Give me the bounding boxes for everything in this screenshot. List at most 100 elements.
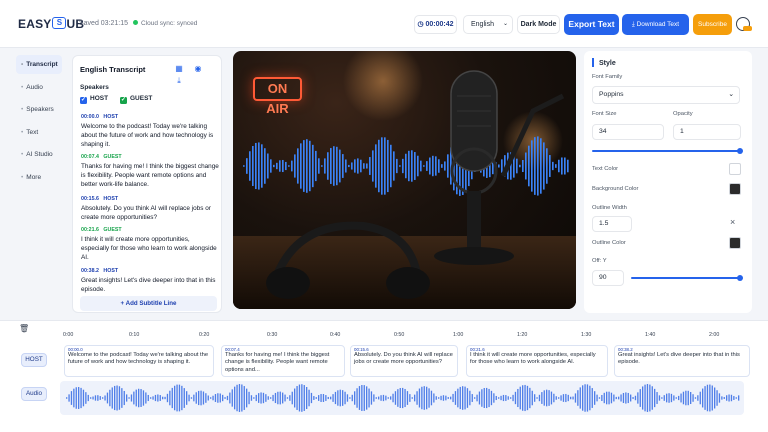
video-preview[interactable]: ON AIR [233, 51, 576, 309]
font-size-input[interactable]: 34 [592, 124, 664, 140]
waveform-bar [637, 392, 639, 404]
nav-text[interactable]: Text [16, 123, 62, 142]
pro-badge [743, 26, 752, 31]
waveform-bar [728, 394, 730, 402]
waveform-bar [486, 387, 488, 409]
language-select[interactable]: English ⌄ [463, 15, 513, 34]
waveform-bar [330, 396, 332, 400]
waveform-bar [411, 397, 413, 399]
subscribe-button[interactable]: Subscribe [693, 14, 732, 35]
waveform-bar [130, 394, 133, 402]
wave-bar [285, 161, 287, 171]
font-family-value: Poppins [599, 91, 624, 98]
size-slider-handle[interactable] [737, 148, 743, 154]
transcript-segment[interactable]: 00:38.2 HOST Great insights! Let's dive … [81, 268, 219, 294]
waveform-bar [375, 397, 377, 399]
timeline-tick: 0:20 [199, 332, 210, 338]
wave-bar [432, 155, 434, 177]
wave-bar [390, 144, 392, 188]
waveform-bar [123, 390, 125, 406]
waveform-bar [675, 397, 677, 399]
bokeh-light [343, 51, 423, 121]
waveform-bar [687, 390, 689, 406]
download-text-button[interactable]: ⤓ Download Text [622, 14, 689, 35]
audio-track[interactable] [60, 381, 744, 415]
subtitle-clip[interactable]: 00:21.6 I think it will create more oppor… [466, 345, 608, 377]
wave-bar [249, 151, 251, 181]
subtitle-clip[interactable]: 00:07.4 Thanks for having me! I think the… [221, 345, 345, 377]
wave-bar [363, 163, 365, 169]
outline-color-swatch[interactable] [729, 237, 741, 249]
nav-more[interactable]: More [16, 168, 62, 187]
subtitle-clip[interactable]: 00:15.6 Absolutely. Do you think AI will … [350, 345, 458, 377]
waveform-bar [462, 386, 464, 410]
style-title: Style [592, 58, 616, 67]
waveform-bar [606, 391, 608, 405]
waveform-bar [526, 385, 529, 411]
nav-audio[interactable]: Audio [16, 78, 62, 97]
waveform-bar [102, 397, 104, 399]
waveform-bar [298, 384, 301, 412]
waveform-bar [94, 395, 97, 401]
waveform-bar [414, 394, 416, 402]
waveform-bar [570, 396, 572, 400]
waveform-bar [87, 394, 89, 402]
trash-icon[interactable]: 🗑 [19, 324, 29, 333]
host-track-label[interactable]: HOST [21, 353, 47, 367]
wave-bar [303, 140, 305, 192]
opacity-input[interactable]: 1 [673, 124, 741, 140]
text-color-label: Text Color [592, 166, 619, 172]
subtitle-clip[interactable]: 00:38.2 Great insights! Let's dive deeper… [614, 345, 750, 377]
nav-speakers[interactable]: Speakers [16, 100, 62, 119]
wave-bar [372, 150, 374, 182]
wave-bar [330, 148, 332, 184]
app-logo[interactable]: EASY S UB [18, 17, 84, 31]
offset-slider-track[interactable] [631, 277, 740, 279]
add-subtitle-line-button[interactable]: + Add Subtitle Line [80, 296, 217, 311]
segment-speaker: HOST [103, 268, 119, 274]
text-color-swatch[interactable] [729, 163, 741, 175]
palette-icon[interactable]: ◉ [192, 63, 204, 75]
wave-bar [339, 149, 341, 183]
close-icon[interactable]: × [730, 217, 735, 227]
waveform-bar [90, 397, 92, 399]
waveform-bar [183, 388, 185, 408]
transcript-segment[interactable]: 00:07.4 GUEST Thanks for having me! I th… [81, 154, 219, 190]
waveform-bar [195, 392, 197, 404]
wave-bar [267, 153, 269, 179]
segment-time: 00:15.6 [81, 196, 99, 202]
nav-ai-studio[interactable]: AI Studio [16, 145, 62, 164]
size-slider-track[interactable] [592, 150, 740, 152]
waveform-bar [440, 395, 442, 401]
waveform-bar [85, 392, 87, 404]
background-color-swatch[interactable] [729, 183, 741, 195]
transcript-segment[interactable]: 00:00.0 HOST Welcome to the podcast! Tod… [81, 114, 219, 150]
waveform-bar [207, 395, 209, 401]
wave-bar [384, 137, 386, 195]
font-family-select[interactable]: Poppins ⌄ [592, 86, 740, 104]
waveform-bar [654, 388, 656, 408]
offset-slider-handle[interactable] [737, 275, 743, 281]
outline-width-input[interactable]: 1.5 [592, 216, 632, 232]
chevron-down-icon: ⌄ [728, 91, 734, 98]
timeline-panel: 🗑 0:00 0:10 0:20 0:30 0:40 0:50 1:00 1:2… [0, 320, 768, 432]
dark-mode-toggle[interactable]: Dark Mode [517, 15, 560, 34]
user-avatar-icon[interactable] [736, 17, 752, 31]
audio-track-label[interactable]: Audio [21, 387, 47, 401]
waveform-bar [202, 391, 205, 405]
timeline-tick: 0:30 [267, 332, 278, 338]
waveform-bar [380, 395, 382, 401]
grid-icon[interactable]: ▦ [173, 63, 185, 75]
waveform-bar [711, 385, 713, 411]
nav-transcript[interactable]: Transcript [16, 55, 62, 74]
timer-display: ◷ 00:00:42 [414, 15, 457, 34]
subtitle-clip[interactable]: 00:00.0 Welcome to the podcast! Today we'… [64, 345, 214, 377]
download-icon[interactable]: ⤓ [173, 75, 185, 87]
host-checkbox[interactable]: ✓ HOST [80, 95, 108, 104]
transcript-segment[interactable]: 00:15.6 HOST Absolutely. Do you think AI… [81, 196, 219, 222]
export-text-button[interactable]: Export Text [564, 14, 619, 35]
waveform-bar [699, 391, 701, 405]
guest-checkbox[interactable]: ✓ GUEST [120, 95, 152, 104]
offset-y-input[interactable]: 90 [592, 270, 624, 286]
transcript-segment[interactable]: 00:21.6 GUEST I think it will create mor… [81, 227, 219, 263]
